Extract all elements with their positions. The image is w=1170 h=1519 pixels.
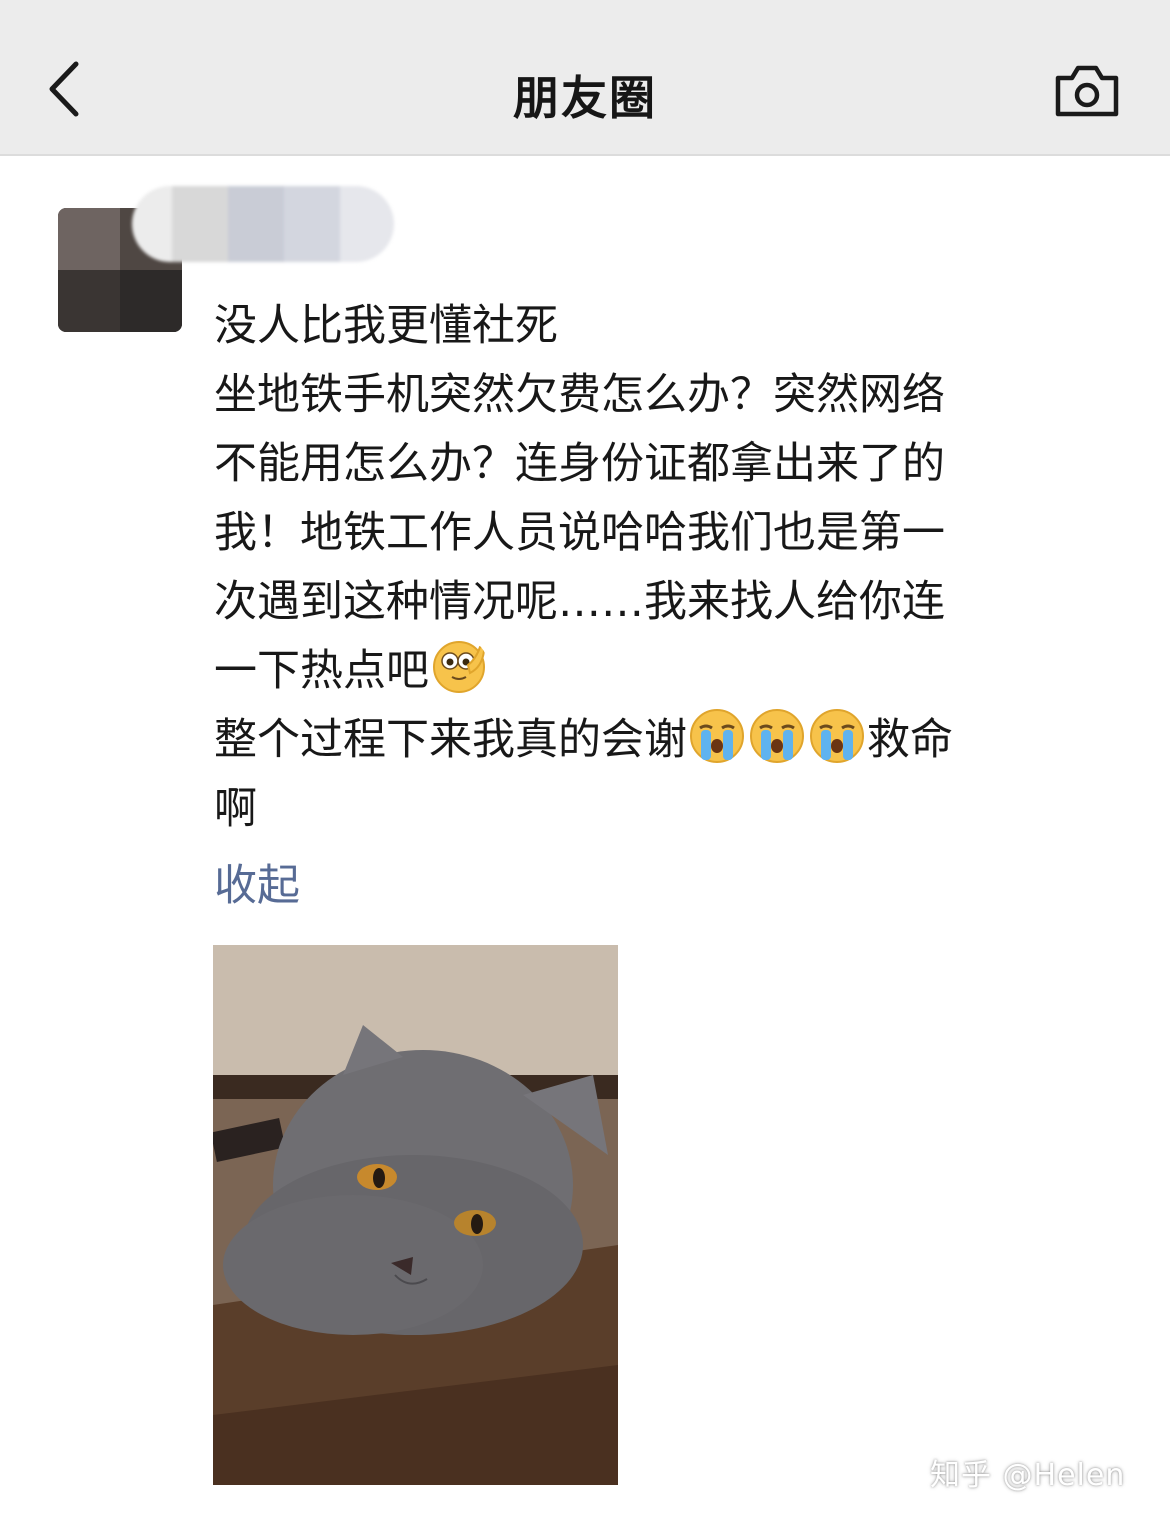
crying-emoji xyxy=(750,709,804,763)
collapse-link[interactable]: 收起 xyxy=(214,858,300,914)
post-content: 没人比我更懂社死 坐地铁手机突然欠费怎么办？突然网络 不能用怎么办？连身份证都拿… xyxy=(214,292,1114,844)
username-blurred[interactable] xyxy=(132,186,394,262)
post-text-line: 啊 xyxy=(214,784,257,834)
page-title: 朋友圈 xyxy=(513,71,657,125)
camera-icon[interactable] xyxy=(1054,64,1120,118)
nav-bar: 朋友圈 xyxy=(0,0,1170,156)
post-text-segment: 救命 xyxy=(867,715,953,765)
crying-emoji xyxy=(690,709,744,763)
post-text-line: 没人比我更懂社死 xyxy=(214,301,558,351)
watermark: 知乎 @Helen xyxy=(930,1458,1126,1493)
post-text-segment: 一下热点吧 xyxy=(214,646,429,696)
post-text-line: 次遇到这种情况呢……我来找人给你连 xyxy=(214,577,945,627)
post-text-line-with-emoji: 整个过程下来我真的会谢 救命 xyxy=(214,706,1114,775)
post-text-line: 坐地铁手机突然欠费怎么办？突然网络 xyxy=(214,370,945,420)
post-text-line-with-emoji: 一下热点吧 xyxy=(214,637,1114,706)
post-text-line: 不能用怎么办？连身份证都拿出来了的 xyxy=(214,439,945,489)
gray-cat-photo[interactable] xyxy=(213,945,618,1485)
thinking-salute-emoji xyxy=(433,641,486,693)
post-text-line: 我！地铁工作人员说哈哈我们也是第一 xyxy=(214,508,945,558)
post-text-segment: 整个过程下来我真的会谢 xyxy=(214,715,687,765)
crying-emoji xyxy=(810,709,864,763)
